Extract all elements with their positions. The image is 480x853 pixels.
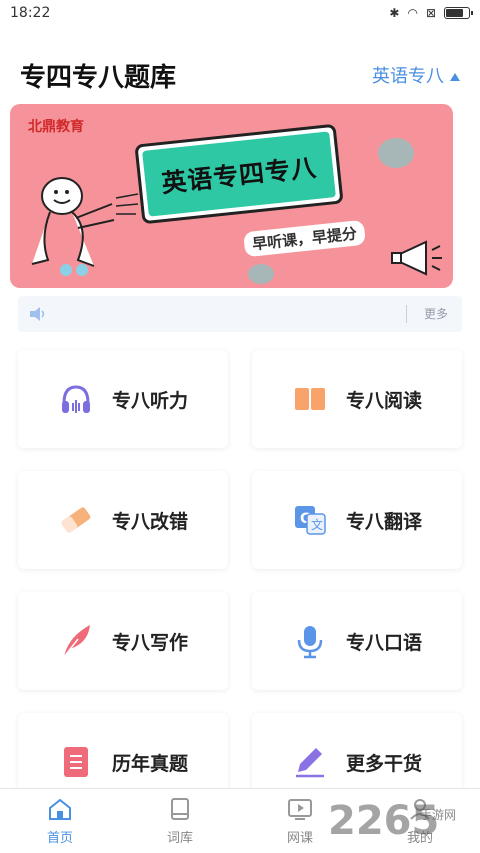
status-time: 18:22 — [10, 5, 51, 21]
home-icon — [49, 798, 71, 820]
category-selector[interactable]: 英语专八 — [372, 62, 460, 88]
notice-divider — [406, 305, 407, 323]
tile-label: 专八翻译 — [345, 510, 422, 533]
tile-label: 专八听力 — [111, 389, 188, 412]
tile-label: 专八口语 — [345, 631, 422, 654]
tab-vocabulary[interactable]: 词库 — [120, 789, 240, 853]
wifi-icon: ◠ — [407, 6, 418, 20]
tile-label: 专八阅读 — [345, 389, 422, 412]
decorative-blob — [378, 138, 414, 168]
translate-icon: G文 — [292, 502, 328, 538]
tile-label: 专八改错 — [111, 510, 188, 533]
microphone-icon — [292, 623, 328, 659]
tile-reading[interactable]: 专八阅读 — [252, 350, 462, 448]
banner-headline-card: 英语专四专八 — [134, 123, 344, 225]
status-bar: 18:22 ✱ ◠ ⊠ — [0, 0, 480, 26]
quill-icon — [58, 623, 94, 659]
tile-label: 历年真题 — [111, 752, 188, 775]
tile-speaking[interactable]: 专八口语 — [252, 592, 462, 690]
banner-brand: 北鼎教育 — [28, 119, 84, 135]
banner-slogan: 早听课，早提分 — [243, 219, 366, 258]
banner-headline: 英语专四专八 — [160, 152, 319, 199]
tile-error-correction[interactable]: 专八改错 — [18, 471, 228, 569]
category-label: 英语专八 — [372, 66, 444, 87]
speaker-icon — [30, 307, 45, 321]
tile-label: 更多干货 — [345, 752, 422, 775]
document-icon — [58, 744, 94, 780]
tile-listening[interactable]: 专八听力 — [18, 350, 228, 448]
video-play-icon — [288, 798, 312, 820]
tab-label: 词库 — [166, 830, 193, 846]
dropdown-triangle-icon — [450, 73, 460, 81]
tile-label: 专八写作 — [111, 631, 188, 654]
status-icons: ✱ ◠ ⊠ — [389, 6, 473, 20]
pen-icon — [292, 744, 328, 780]
decorative-blob — [248, 264, 274, 284]
mascot-illustration — [31, 177, 139, 267]
promo-banner[interactable]: 北鼎教育 英语专四专八 早听课，早提分 — [10, 104, 453, 288]
notice-bar[interactable]: 更多 — [18, 296, 462, 332]
tab-home[interactable]: 首页 — [0, 789, 120, 853]
sim-icon: ⊠ — [425, 6, 436, 20]
headphones-icon — [58, 381, 94, 417]
tile-translation[interactable]: G文 专八翻译 — [252, 471, 462, 569]
svg-text:文: 文 — [311, 517, 323, 532]
carousel-dots — [60, 264, 88, 276]
more-link[interactable]: 更多 — [424, 305, 448, 322]
tile-writing[interactable]: 专八写作 — [18, 592, 228, 690]
page-title: 专四专八题库 — [20, 62, 177, 93]
battery-icon — [444, 7, 473, 19]
megaphone-icon — [391, 240, 442, 276]
book-icon — [292, 381, 328, 417]
tab-label: 网课 — [286, 830, 313, 846]
bluetooth-icon: ✱ — [389, 6, 400, 20]
tab-label: 首页 — [46, 830, 73, 846]
vocabulary-book-icon — [171, 797, 189, 820]
header: 专四专八题库 英语专八 — [0, 50, 480, 100]
watermark-subtext: 手游网 — [420, 808, 457, 822]
eraser-icon — [58, 502, 94, 538]
